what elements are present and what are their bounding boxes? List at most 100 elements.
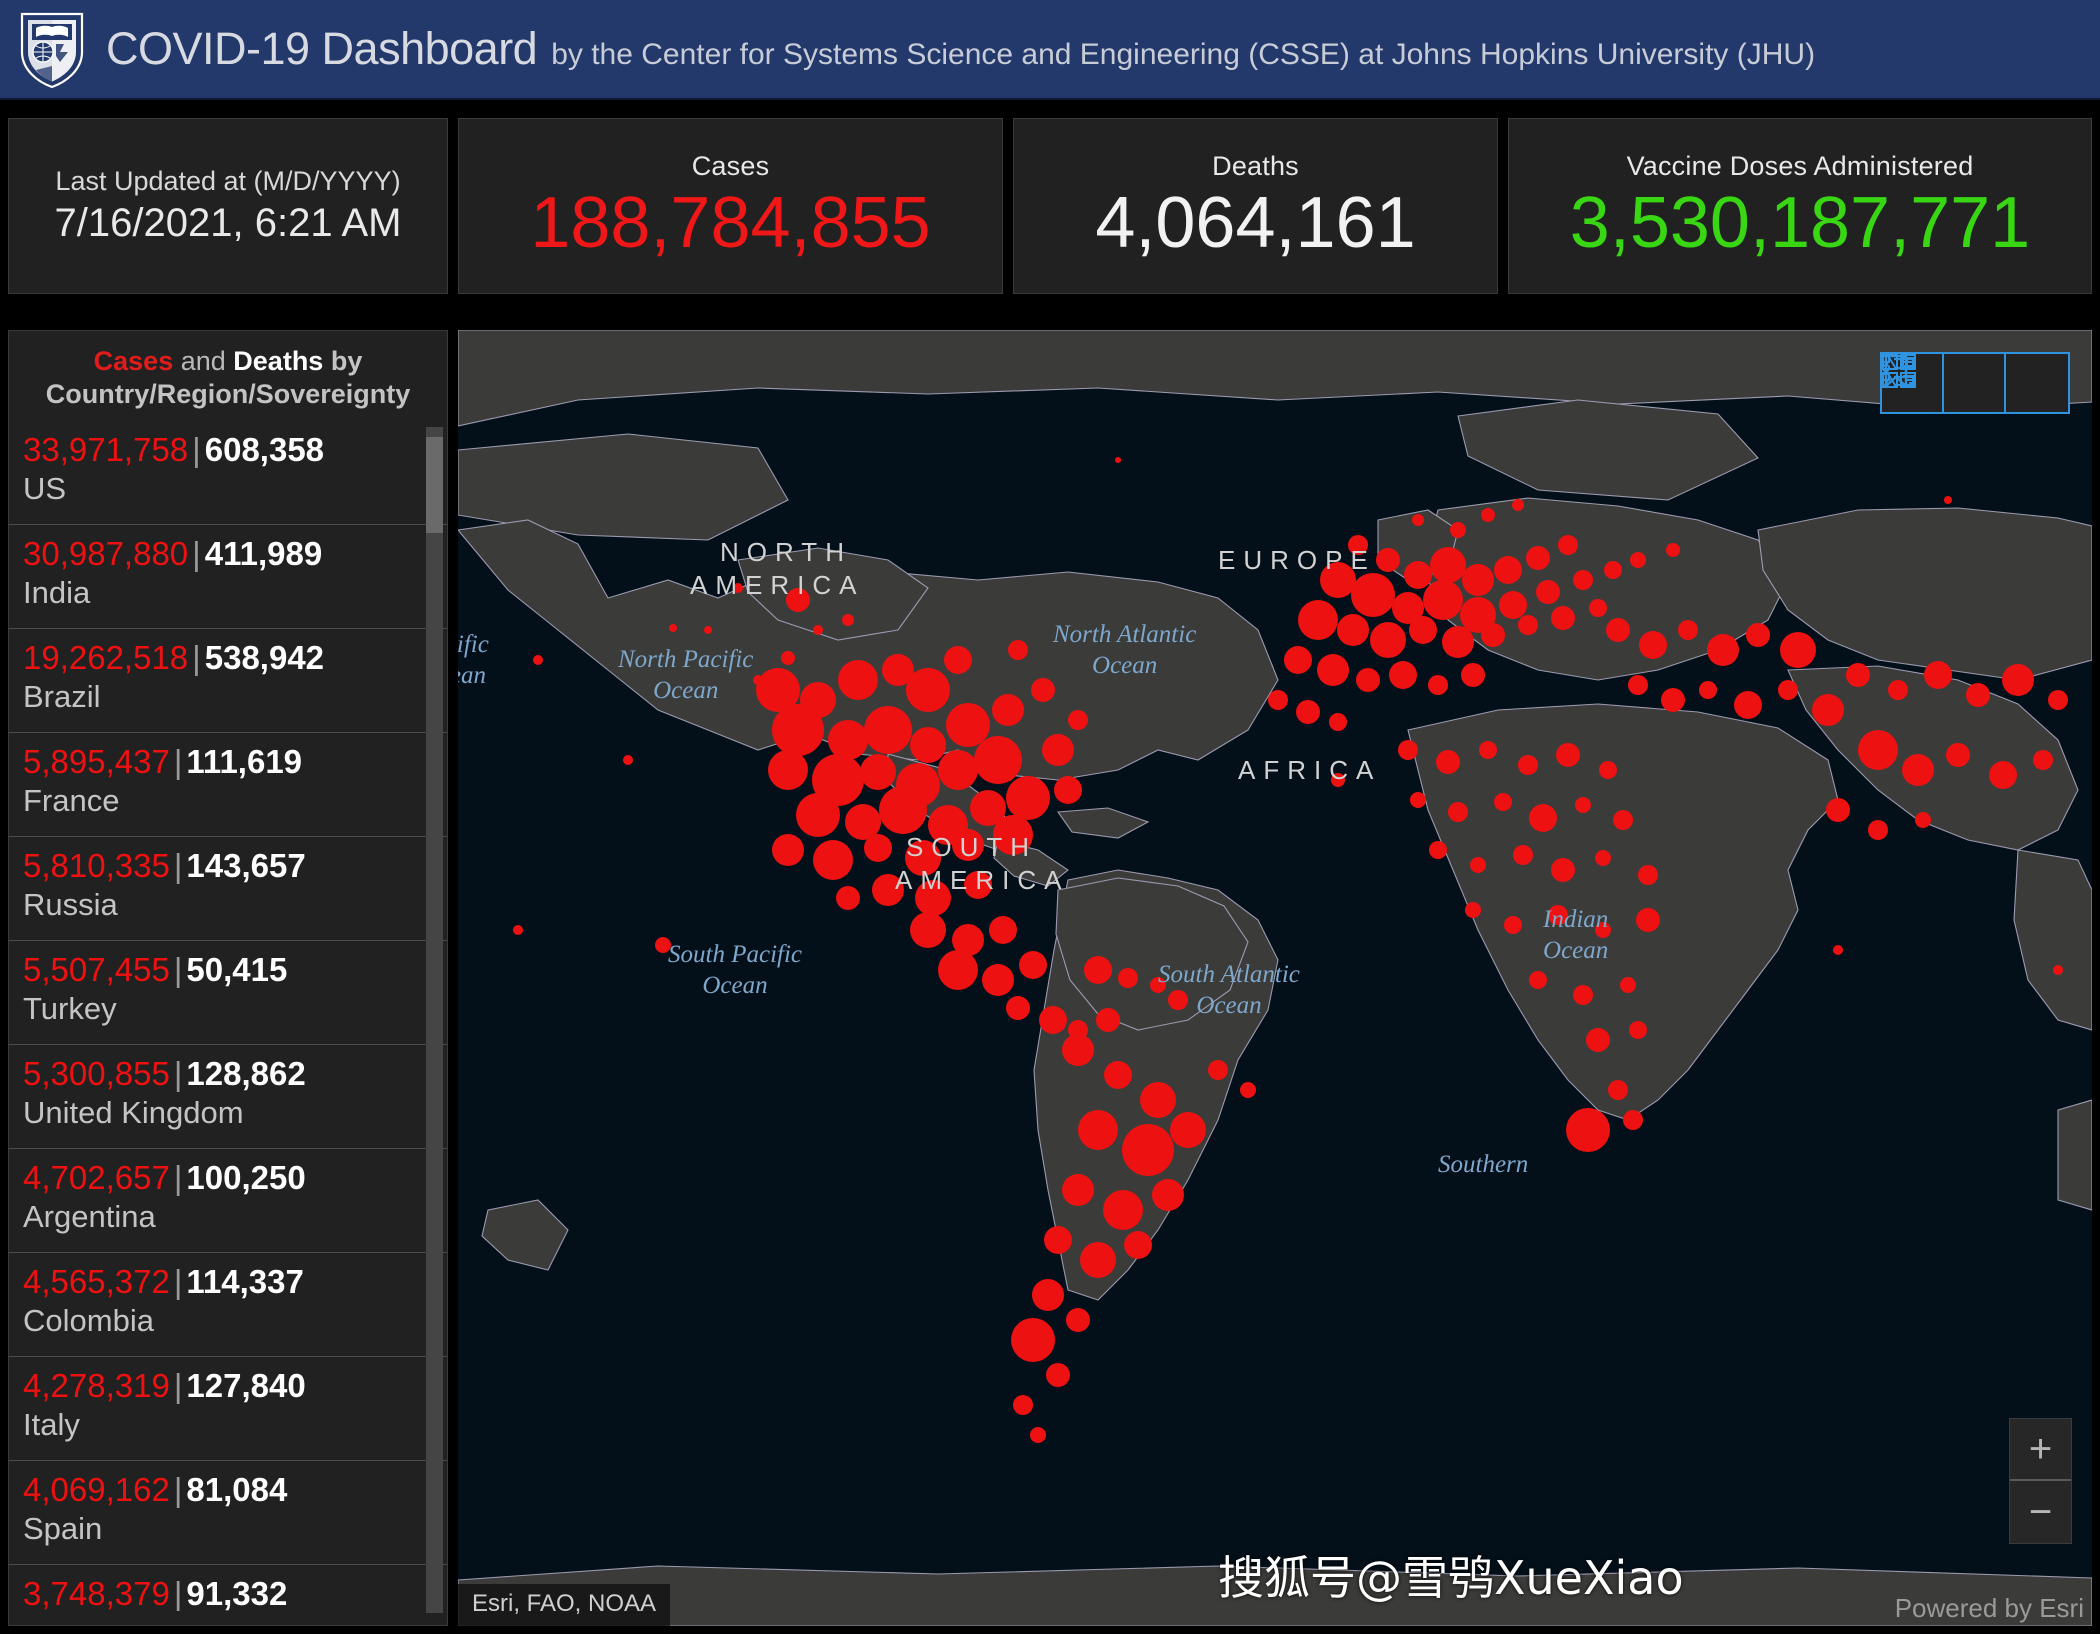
country-cases-value: 4,278,319 xyxy=(23,1367,170,1404)
country-cases-value: 33,971,758 xyxy=(23,431,188,468)
map-canvas xyxy=(458,330,2092,1626)
last-updated-card: Last Updated at (M/D/YYYY) 7/16/2021, 6:… xyxy=(8,118,448,294)
row-separator: | xyxy=(188,431,205,468)
country-deaths-value: 114,337 xyxy=(186,1263,303,1300)
legend-button[interactable] xyxy=(1944,354,2006,412)
country-row[interactable]: 5,507,455|50,415Turkey xyxy=(9,941,447,1045)
country-cases-value: 4,565,372 xyxy=(23,1263,170,1300)
title-and-word: and xyxy=(173,346,233,376)
country-name: Colombia xyxy=(23,1302,433,1339)
country-cases-value: 5,895,437 xyxy=(23,743,170,780)
last-updated-label: Last Updated at (M/D/YYYY) xyxy=(55,166,400,197)
country-row[interactable]: 30,987,880|411,989India xyxy=(9,525,447,629)
map-attribution: Esri, FAO, NOAA xyxy=(458,1584,670,1626)
country-cases-value: 4,702,657 xyxy=(23,1159,170,1196)
country-cases-value: 5,810,335 xyxy=(23,847,170,884)
vaccine-doses-label: Vaccine Doses Administered xyxy=(1627,151,1974,182)
country-row-numbers: 4,278,319|127,840 xyxy=(23,1367,433,1405)
country-deaths-value: 143,657 xyxy=(186,847,305,884)
country-name: US xyxy=(23,470,433,507)
sidebar-scrollbar-track[interactable] xyxy=(426,427,443,1613)
country-list-scroll[interactable]: 33,971,758|608,358US30,987,880|411,989In… xyxy=(9,421,447,1611)
country-row[interactable]: 5,810,335|143,657Russia xyxy=(9,837,447,941)
country-row[interactable]: 4,069,162|81,084Spain xyxy=(9,1461,447,1565)
last-updated-value: 7/16/2021, 6:21 AM xyxy=(55,201,402,246)
country-name: France xyxy=(23,782,433,819)
title-by-word: by xyxy=(323,346,362,376)
title-deaths-word: Deaths xyxy=(233,346,323,376)
country-deaths-value: 81,084 xyxy=(186,1471,287,1508)
country-row-numbers: 4,565,372|114,337 xyxy=(23,1263,433,1301)
country-row-numbers: 5,507,455|50,415 xyxy=(23,951,433,989)
country-cases-value: 19,262,518 xyxy=(23,639,188,676)
row-separator: | xyxy=(170,951,187,988)
watermark-label: 搜狐号@雪鸮XueXiao xyxy=(1218,1542,1684,1608)
country-row[interactable]: 4,565,372|114,337Colombia xyxy=(9,1253,447,1357)
country-list-panel[interactable]: Cases and Deaths by Country/Region/Sover… xyxy=(8,330,448,1626)
country-row[interactable]: 5,895,437|111,619France xyxy=(9,733,447,837)
zoom-controls[interactable]: + − xyxy=(2009,1418,2072,1544)
country-cases-value: 4,069,162 xyxy=(23,1471,170,1508)
country-name: United Kingdom xyxy=(23,1094,433,1131)
app-header: COVID-19 Dashboard by the Center for Sys… xyxy=(0,0,2100,100)
page-title: COVID-19 Dashboard xyxy=(106,23,537,75)
row-separator: | xyxy=(170,1471,187,1508)
country-name: Spain xyxy=(23,1510,433,1547)
cases-label: Cases xyxy=(692,151,770,182)
country-row[interactable]: 33,971,758|608,358US xyxy=(9,421,447,525)
deaths-value: 4,064,161 xyxy=(1095,186,1415,262)
country-name: Italy xyxy=(23,1406,433,1443)
zoom-in-button[interactable]: + xyxy=(2010,1419,2071,1481)
country-row-numbers: 19,262,518|538,942 xyxy=(23,639,433,677)
country-row-numbers: 5,300,855|128,862 xyxy=(23,1055,433,1093)
country-deaths-value: 91,332 xyxy=(186,1575,287,1611)
country-cases-value: 5,507,455 xyxy=(23,951,170,988)
country-deaths-value: 100,250 xyxy=(186,1159,305,1196)
country-name: Turkey xyxy=(23,990,433,1027)
country-cases-value: 3,748,379 xyxy=(23,1575,170,1611)
country-row-numbers: 3,748,379|91,332 xyxy=(23,1575,433,1611)
world-map[interactable]: + − Esri, FAO, NOAA Powered by Esri 搜狐号@… xyxy=(458,330,2092,1626)
map-tools-group[interactable] xyxy=(1880,352,2070,414)
jhu-shield-icon xyxy=(16,8,88,90)
country-deaths-value: 127,840 xyxy=(186,1367,305,1404)
country-name: Russia xyxy=(23,886,433,923)
deaths-label: Deaths xyxy=(1212,151,1299,182)
title-cases-word: Cases xyxy=(94,346,174,376)
row-separator: | xyxy=(170,1367,187,1404)
country-deaths-value: 111,619 xyxy=(186,743,302,780)
row-separator: | xyxy=(170,847,187,884)
country-row[interactable]: 4,278,319|127,840Italy xyxy=(9,1357,447,1461)
deaths-card: Deaths 4,064,161 xyxy=(1013,118,1498,294)
cases-card: Cases 188,784,855 xyxy=(458,118,1003,294)
country-row-numbers: 33,971,758|608,358 xyxy=(23,431,433,469)
country-deaths-value: 538,942 xyxy=(205,639,324,676)
country-deaths-value: 50,415 xyxy=(186,951,287,988)
country-deaths-value: 128,862 xyxy=(186,1055,305,1092)
country-row[interactable]: 4,702,657|100,250Argentina xyxy=(9,1149,447,1253)
country-cases-value: 5,300,855 xyxy=(23,1055,170,1092)
row-separator: | xyxy=(170,1575,187,1611)
country-list-title: Cases and Deaths by Country/Region/Sover… xyxy=(9,331,447,421)
sidebar-scrollbar-thumb[interactable] xyxy=(426,437,443,533)
row-separator: | xyxy=(188,639,205,676)
row-separator: | xyxy=(188,535,205,572)
basemap-gallery-button[interactable] xyxy=(2006,354,2068,412)
country-cases-value: 30,987,880 xyxy=(23,535,188,572)
zoom-out-button[interactable]: − xyxy=(2010,1481,2071,1543)
country-row-numbers: 4,069,162|81,084 xyxy=(23,1471,433,1509)
country-name: India xyxy=(23,574,433,611)
country-row[interactable]: 5,300,855|128,862United Kingdom xyxy=(9,1045,447,1149)
country-deaths-value: 411,989 xyxy=(205,535,322,572)
powered-by-label: Powered by Esri xyxy=(1895,1593,2084,1624)
row-separator: | xyxy=(170,743,187,780)
row-separator: | xyxy=(170,1263,187,1300)
basemap-gallery-icon xyxy=(1882,354,1916,388)
vaccine-doses-value: 3,530,187,771 xyxy=(1570,186,2030,262)
country-row[interactable]: 3,748,379|91,332Germany xyxy=(9,1565,447,1611)
row-separator: | xyxy=(170,1159,187,1196)
country-row[interactable]: 19,262,518|538,942Brazil xyxy=(9,629,447,733)
country-deaths-value: 608,358 xyxy=(205,431,324,468)
country-row-numbers: 30,987,880|411,989 xyxy=(23,535,433,573)
country-name: Brazil xyxy=(23,678,433,715)
